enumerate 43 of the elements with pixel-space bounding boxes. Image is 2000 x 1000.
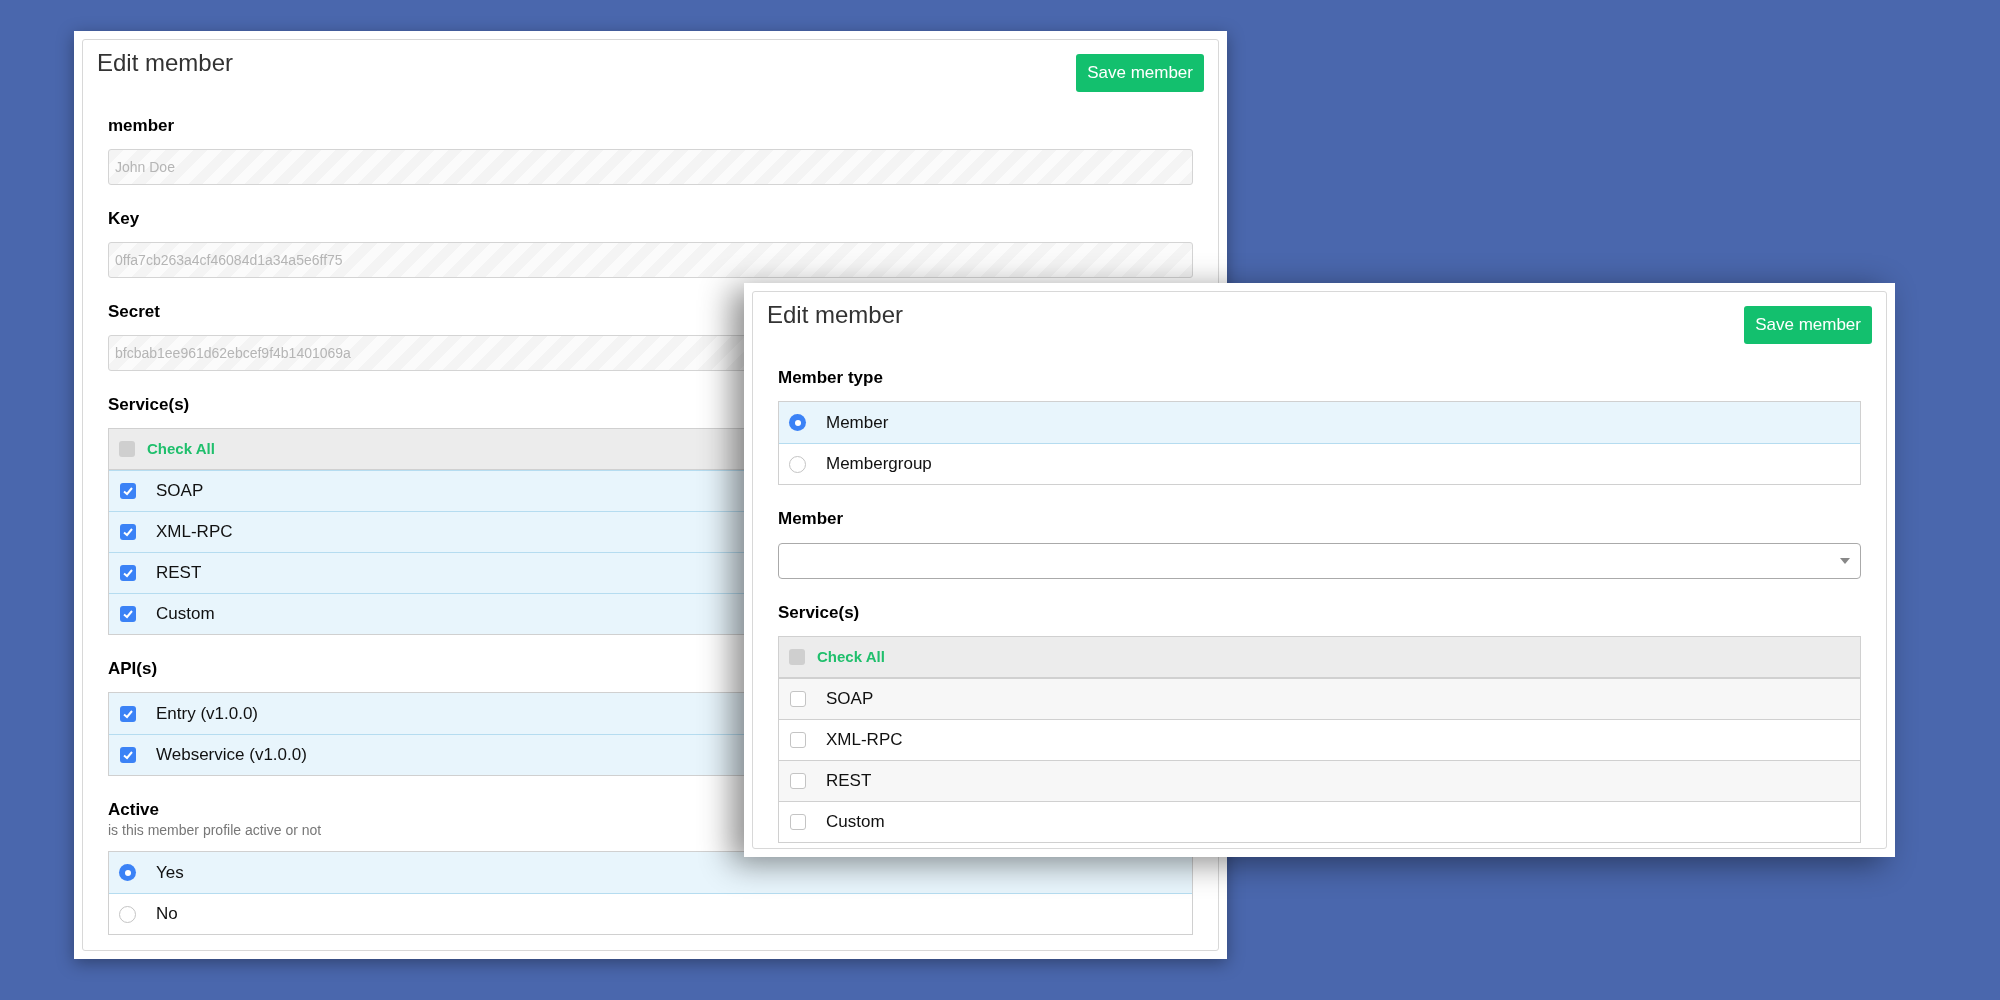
checkbox[interactable]	[789, 649, 805, 665]
radio-button[interactable]	[119, 905, 136, 923]
field-label: Service(s)	[778, 602, 860, 624]
dialog-title: Edit member	[97, 48, 234, 78]
option-label: SOAP	[156, 480, 204, 503]
option-label: Custom	[156, 603, 215, 626]
checkbox[interactable]	[120, 524, 136, 540]
checkbox[interactable]	[790, 773, 806, 789]
checkbox[interactable]	[790, 732, 806, 748]
option-label: No	[156, 903, 178, 926]
option-label: Custom	[826, 811, 885, 834]
radio-button[interactable]	[789, 455, 806, 473]
field-label: Active	[108, 799, 160, 821]
radio-row[interactable]: Member	[779, 402, 1860, 443]
checklist-row[interactable]: REST	[779, 760, 1860, 801]
field-label: Key	[108, 208, 140, 230]
field-label: Service(s)	[108, 394, 190, 416]
caret-icon	[1840, 558, 1850, 564]
field-label: Member	[778, 508, 844, 530]
option-label: REST	[156, 562, 202, 585]
checkbox[interactable]	[790, 814, 806, 830]
option-label: Entry (v1.0.0)	[156, 702, 259, 725]
select-field[interactable]	[778, 543, 1861, 579]
field-label: API(s)	[108, 658, 158, 680]
radio-button[interactable]	[789, 414, 806, 431]
checkbox[interactable]	[120, 606, 136, 622]
radio-row[interactable]: Yes	[109, 852, 1192, 893]
checkbox[interactable]	[120, 747, 136, 763]
checkbox[interactable]	[120, 483, 136, 499]
field-hint: is this member profile active or not	[108, 822, 322, 838]
checkbox[interactable]	[790, 691, 806, 707]
checkbox[interactable]	[120, 565, 136, 581]
field-label: member	[108, 115, 175, 137]
option-label: Yes	[156, 861, 184, 884]
checklist-row[interactable]: SOAP	[779, 678, 1860, 719]
field-label: Secret	[108, 301, 160, 323]
dialog-title: Edit member	[767, 300, 904, 330]
option-label: Webservice (v1.0.0)	[156, 744, 307, 767]
checkbox[interactable]	[119, 441, 135, 457]
option-label: Member	[826, 411, 889, 434]
radio-button[interactable]	[119, 864, 136, 881]
option-label: XML-RPC	[156, 521, 233, 544]
checkbox[interactable]	[120, 705, 136, 722]
